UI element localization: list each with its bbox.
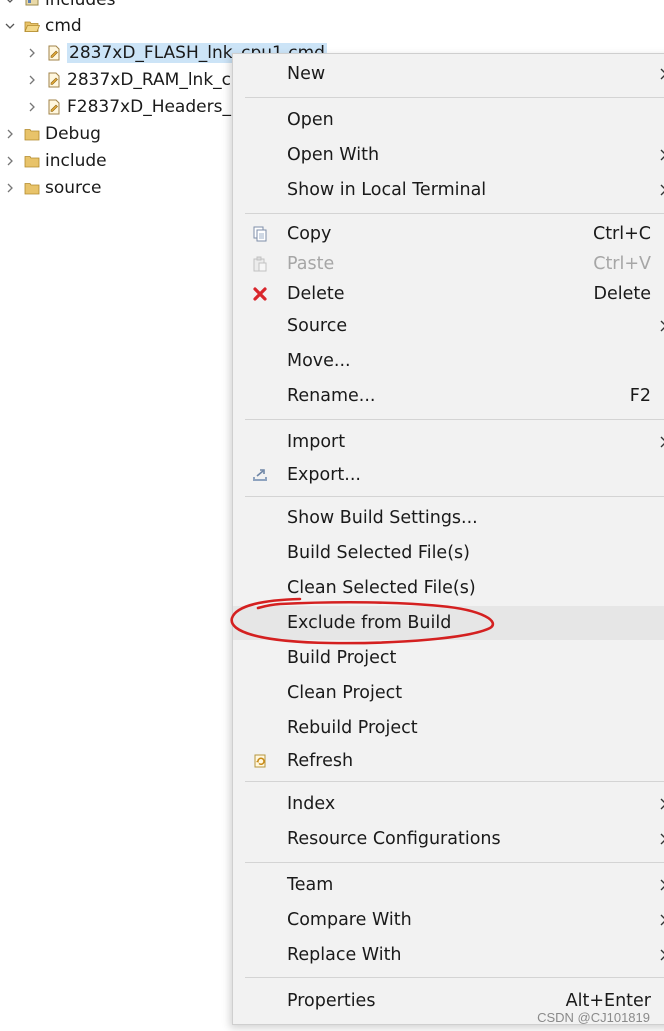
chevron-right-icon[interactable]: [26, 101, 38, 113]
menu-item-rename[interactable]: Rename... F2: [233, 381, 664, 411]
chevron-right-icon[interactable]: [4, 182, 16, 194]
delete-icon: [251, 285, 269, 303]
menu-item-clean-selected-files[interactable]: Clean Selected File(s): [233, 573, 664, 603]
cmd-file-icon: [46, 99, 62, 115]
tree-item-headers-cmd[interactable]: F2837xD_Headers_: [26, 95, 231, 119]
menu-item-refresh[interactable]: Refresh: [233, 746, 664, 776]
tree-item-label: source: [45, 178, 102, 198]
folder-icon: [24, 126, 40, 142]
tree-item-include[interactable]: include: [4, 149, 107, 173]
menu-item-exclude-from-build[interactable]: Exclude from Build: [233, 606, 664, 640]
menu-item-team[interactable]: Team: [233, 870, 664, 900]
tree-item-label: include: [45, 151, 107, 171]
menu-item-open[interactable]: Open: [233, 105, 664, 135]
menu-item-index[interactable]: Index: [233, 789, 664, 819]
cmd-file-icon: [46, 72, 62, 88]
folder-icon: [24, 180, 40, 196]
paste-icon: [251, 255, 269, 273]
menu-separator: [245, 862, 664, 863]
submenu-arrow-icon: [660, 149, 664, 161]
tree-item-cmd[interactable]: cmd: [4, 14, 82, 38]
tree-item-label: Debug: [45, 124, 101, 144]
submenu-arrow-icon: [660, 879, 664, 891]
tree-item-label: F2837xD_Headers_: [67, 97, 231, 117]
folder-open-icon: [24, 18, 40, 34]
submenu-arrow-icon: [660, 833, 664, 845]
cmd-file-icon: [46, 45, 62, 61]
chevron-right-icon[interactable]: [4, 155, 16, 167]
tree-item-includes[interactable]: includes: [4, 0, 115, 12]
submenu-arrow-icon: [660, 436, 664, 448]
menu-item-compare-with[interactable]: Compare With: [233, 905, 664, 935]
menu-item-rebuild-project[interactable]: Rebuild Project: [233, 713, 664, 743]
export-icon: [251, 466, 269, 484]
menu-item-resource-configurations[interactable]: Resource Configurations: [233, 824, 664, 854]
menu-item-build-project[interactable]: Build Project: [233, 643, 664, 673]
submenu-arrow-icon: [660, 914, 664, 926]
tree-item-source[interactable]: source: [4, 176, 101, 200]
menu-item-import[interactable]: Import: [233, 427, 664, 457]
menu-separator: [245, 213, 664, 214]
menu-item-new[interactable]: New: [233, 59, 664, 89]
menu-item-show-in-local-terminal[interactable]: Show in Local Terminal: [233, 175, 664, 205]
menu-item-copy[interactable]: Copy Ctrl+C: [233, 219, 664, 249]
watermark: CSDN @CJ101819: [537, 1010, 650, 1025]
submenu-arrow-icon: [660, 798, 664, 810]
tree-item-ram-cmd[interactable]: 2837xD_RAM_lnk_c: [26, 68, 231, 92]
menu-item-replace-with[interactable]: Replace With: [233, 940, 664, 970]
submenu-arrow-icon: [660, 320, 664, 332]
menu-item-open-with[interactable]: Open With: [233, 140, 664, 170]
menu-item-delete[interactable]: Delete Delete: [233, 279, 664, 309]
menu-item-clean-project[interactable]: Clean Project: [233, 678, 664, 708]
submenu-arrow-icon: [660, 184, 664, 196]
tree-item-debug[interactable]: Debug: [4, 122, 101, 146]
menu-item-source[interactable]: Source: [233, 311, 664, 341]
chevron-right-icon[interactable]: [4, 128, 16, 140]
chevron-down-icon[interactable]: [4, 20, 16, 32]
tree-item-label: 2837xD_RAM_lnk_c: [67, 70, 232, 90]
chevron-down-icon[interactable]: [4, 0, 16, 6]
includes-icon: [24, 0, 40, 8]
submenu-arrow-icon: [660, 68, 664, 80]
menu-item-paste[interactable]: Paste Ctrl+V: [233, 249, 664, 279]
tree-item-label: cmd: [45, 16, 82, 36]
submenu-arrow-icon: [660, 949, 664, 961]
menu-separator: [245, 781, 664, 782]
menu-item-move[interactable]: Move...: [233, 346, 664, 376]
copy-icon: [251, 225, 269, 243]
chevron-right-icon[interactable]: [26, 47, 38, 59]
menu-separator: [245, 977, 664, 978]
folder-icon: [24, 153, 40, 169]
menu-separator: [245, 97, 664, 98]
menu-separator: [245, 496, 664, 497]
menu-item-show-build-settings[interactable]: Show Build Settings...: [233, 503, 664, 533]
menu-item-export[interactable]: Export...: [233, 460, 664, 490]
context-menu: New Open Open With Show in Local Termina…: [232, 53, 664, 1025]
menu-item-build-selected-files[interactable]: Build Selected File(s): [233, 538, 664, 568]
chevron-right-icon[interactable]: [26, 74, 38, 86]
menu-separator: [245, 419, 664, 420]
tree-item-label: includes: [45, 0, 116, 10]
refresh-icon: [251, 752, 269, 770]
